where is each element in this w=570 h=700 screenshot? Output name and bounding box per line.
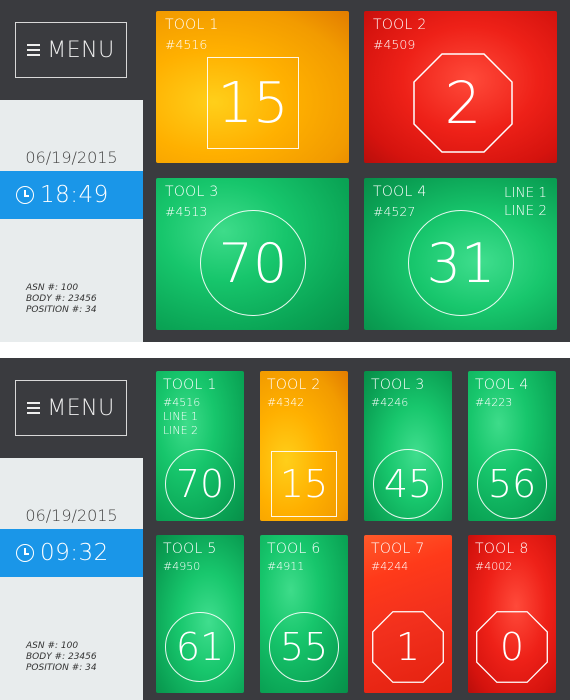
dashboard-panel-1: MENU 06/19/2015 18:49 ASN #: 100 BODY #:… [0,0,570,342]
tool-count-circle: 70 [165,449,235,519]
tool-name: TOOL 1 [163,377,217,393]
tool-count-square: 15 [271,451,337,517]
body-label: BODY #: 23456 [26,294,97,304]
tool-name: TOOL 8 [475,541,529,557]
tool-count-circle: 56 [477,449,547,519]
sidebar-info-area: 06/19/2015 09:32 ASN #: 100 BODY #: 2345… [0,458,143,700]
tool-count-wrap: 2 [413,53,513,153]
tool-name: TOOL 2 [267,377,321,393]
dashboard-panel-2: MENU 06/19/2015 09:32 ASN #: 100 BODY #:… [0,358,570,700]
menu-label: MENU [47,37,115,63]
tool-count-wrap: 1 [372,611,444,683]
tool-number: #4002 [475,560,513,573]
hamburger-icon [27,401,41,415]
tool-number: #4950 [163,560,201,573]
tool-tile-4[interactable]: TOOL 4 #4527 LINE 1 LINE 2 31 [364,178,557,330]
tool-count-square: 15 [207,57,299,149]
tool-count-circle: 31 [408,210,514,316]
vehicle-info: ASN #: 100 BODY #: 23456 POSITION #: 34 [26,283,97,316]
tool-tile-5[interactable]: TOOL 5 #4950 61 [156,535,244,693]
menu-button[interactable]: MENU [15,22,127,78]
time-display: 09:32 [40,540,109,566]
line-label: LINE 1 [163,410,199,423]
tool-count: 1 [395,625,421,669]
tool-number: #4342 [267,396,305,409]
tool-tile-7[interactable]: TOOL 7 #4244 1 [364,535,452,693]
date-display: 06/19/2015 [25,506,118,525]
body-label: BODY #: 23456 [26,652,97,662]
tool-name: TOOL 3 [371,377,425,393]
date-display: 06/19/2015 [25,148,118,167]
line-label: LINE 2 [163,424,199,437]
tool-tile-4[interactable]: TOOL 4 #4223 56 [468,371,556,521]
vehicle-info: ASN #: 100 BODY #: 23456 POSITION #: 34 [26,641,97,674]
asn-label: ASN #: 100 [26,641,79,651]
tool-count: 70 [175,462,225,506]
tool-number: #4244 [371,560,409,573]
time-bar: 18:49 [0,171,143,219]
time-bar: 09:32 [0,529,143,577]
tool-tile-6[interactable]: TOOL 6 #4911 55 [260,535,348,693]
tool-count: 2 [444,69,482,137]
tool-count: 45 [383,462,433,506]
menu-button[interactable]: MENU [15,380,127,436]
sidebar: MENU 06/19/2015 09:32 ASN #: 100 BODY #:… [0,358,143,700]
tool-count-circle: 45 [373,449,443,519]
tool-name: TOOL 7 [371,541,425,557]
tool-number: #4223 [475,396,513,409]
tool-count: 55 [279,625,329,669]
tool-number: #4509 [373,37,416,52]
tool-tile-1[interactable]: TOOL 1 #4516 15 [156,11,349,163]
tool-tile-8[interactable]: TOOL 8 #4002 0 [468,535,556,693]
tool-name: TOOL 5 [163,541,217,557]
tool-tile-2[interactable]: TOOL 2 #4342 15 [260,371,348,521]
tool-number: #4246 [371,396,409,409]
sidebar: MENU 06/19/2015 18:49 ASN #: 100 BODY #:… [0,0,143,342]
tool-count: 15 [279,462,329,506]
line-label: LINE 1 [503,185,547,201]
tool-name: TOOL 4 [373,184,427,200]
tool-name: TOOL 4 [475,377,529,393]
line-label: LINE 2 [503,203,547,219]
tool-name: TOOL 3 [165,184,219,200]
tool-tile-3[interactable]: TOOL 3 #4513 70 [156,178,349,330]
tool-count-circle: 61 [165,612,235,682]
tool-tile-1[interactable]: TOOL 1 #4516 LINE 1 LINE 2 70 [156,371,244,521]
tool-count: 61 [175,625,225,669]
time-display: 18:49 [40,182,109,208]
menu-label: MENU [47,395,115,421]
tool-number: #4911 [267,560,305,573]
tool-name: TOOL 6 [267,541,321,557]
position-label: POSITION #: 34 [26,663,97,673]
tool-count-wrap: 0 [476,611,548,683]
tool-count: 0 [499,625,525,669]
tool-name: TOOL 1 [165,17,219,33]
asn-label: ASN #: 100 [26,283,79,293]
tool-count: 56 [487,462,537,506]
clock-icon [16,544,34,562]
hamburger-icon [27,43,41,57]
tool-tile-2[interactable]: TOOL 2 #4509 2 [364,11,557,163]
tool-name: TOOL 2 [373,17,427,33]
tool-lines: LINE 1 LINE 2 [163,410,198,438]
tool-count-circle: 70 [200,210,306,316]
tool-tile-3[interactable]: TOOL 3 #4246 45 [364,371,452,521]
tool-count: 15 [217,70,289,136]
tool-number: #4516 [165,37,208,52]
position-label: POSITION #: 34 [26,305,97,315]
tool-count-circle: 55 [269,612,339,682]
tool-count: 70 [218,231,288,295]
tool-number: #4527 [373,204,416,219]
sidebar-info-area: 06/19/2015 18:49 ASN #: 100 BODY #: 2345… [0,100,143,342]
clock-icon [16,186,34,204]
tool-number: #4516 [163,396,201,409]
tool-lines: LINE 1 LINE 2 [504,184,547,220]
tool-count: 31 [426,231,496,295]
tool-number: #4513 [165,204,208,219]
